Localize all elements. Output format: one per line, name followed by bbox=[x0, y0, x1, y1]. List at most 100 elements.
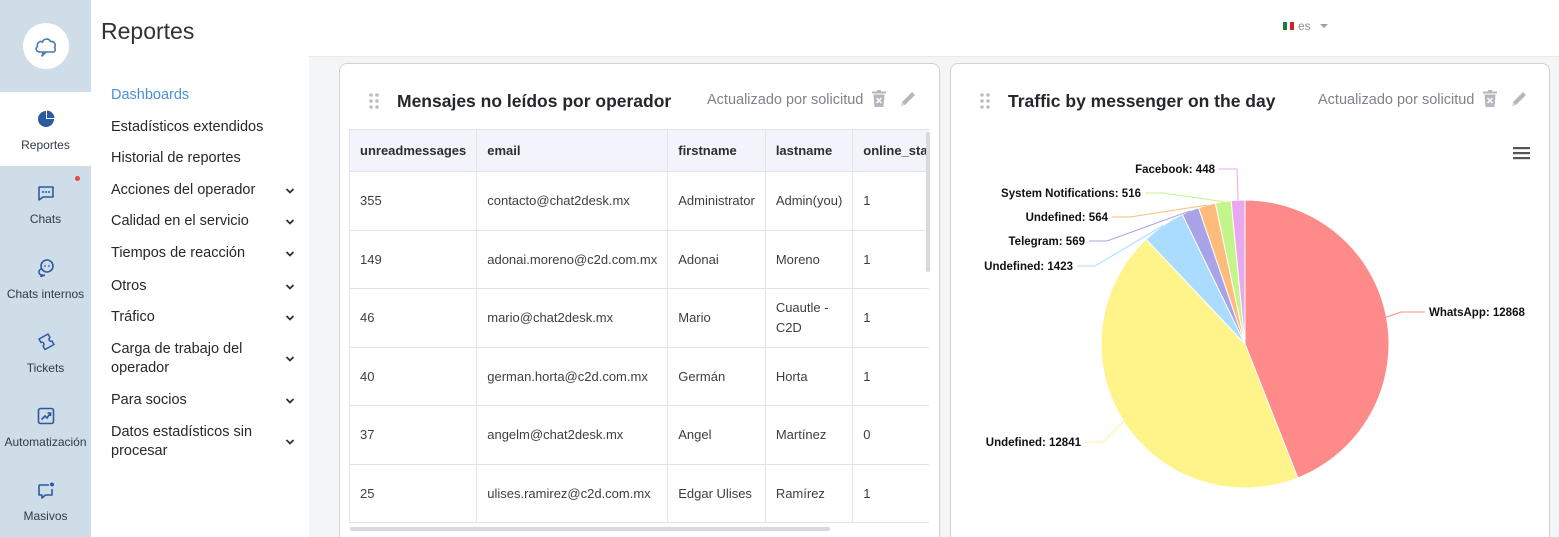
menu-item-label: Tiempos de reacción bbox=[111, 245, 246, 261]
chevron-down-icon bbox=[285, 283, 295, 290]
menu-item-tiempos-reaccion[interactable]: Tiempos de reacción bbox=[111, 244, 295, 263]
menu-item-carga-trabajo[interactable]: Carga de trabajo del operador bbox=[111, 340, 295, 378]
rail-item-label: Tickets bbox=[26, 361, 65, 375]
rail-item-chats[interactable]: Chats bbox=[0, 166, 91, 240]
column-header[interactable]: firstname bbox=[667, 129, 766, 172]
table-cell: 1 bbox=[852, 229, 929, 289]
rail-item-reportes[interactable]: Reportes bbox=[0, 92, 91, 166]
table-cell: 149 bbox=[349, 229, 478, 289]
update-status: Actualizado por solicitud bbox=[707, 92, 864, 108]
rail-item-tickets[interactable]: Tickets bbox=[0, 315, 91, 389]
broadcast-message-icon bbox=[37, 482, 54, 499]
delete-button[interactable] bbox=[869, 89, 889, 109]
table-row[interactable]: 149 adonai.moreno@c2d.com.mx Adonai More… bbox=[349, 229, 929, 289]
table-cell: 0 bbox=[852, 405, 929, 465]
pie-data-label: Telegram: 569 bbox=[1009, 236, 1086, 248]
rail-item-label: Chats bbox=[29, 212, 62, 226]
table-cell: 355 bbox=[349, 171, 478, 231]
table-cell: angelm@chat2desk.mx bbox=[476, 405, 669, 465]
chevron-down-icon bbox=[285, 218, 295, 225]
table-cell: Martínez bbox=[764, 405, 854, 465]
column-header[interactable]: email bbox=[476, 129, 669, 172]
chevron-down-icon bbox=[285, 356, 295, 362]
column-header[interactable]: lastname bbox=[764, 129, 854, 172]
chevron-down-icon bbox=[285, 250, 295, 257]
unread-messages-card: Mensajes no leídos por operador Actualiz… bbox=[339, 63, 940, 537]
pencil-icon bbox=[901, 92, 915, 106]
internal-chat-icon bbox=[37, 259, 54, 277]
table-cell: 1 bbox=[852, 346, 929, 406]
table-cell: Admin(you) bbox=[764, 171, 854, 231]
menu-item-trafico[interactable]: Tráfico bbox=[111, 308, 295, 327]
trend-chart-icon bbox=[37, 407, 54, 425]
app-logo[interactable] bbox=[22, 23, 69, 69]
drag-handle-icon[interactable] bbox=[368, 92, 380, 110]
menu-item-datos-sin-procesar[interactable]: Datos estadísticos sin procesar bbox=[111, 423, 295, 461]
table-cell: 40 bbox=[349, 346, 478, 406]
pie-connector bbox=[1386, 311, 1425, 318]
column-header[interactable]: online_status bbox=[852, 129, 929, 172]
card-title: Mensajes no leídos por operador bbox=[397, 91, 672, 111]
caret-down-icon bbox=[1319, 24, 1328, 28]
table-cell: ulises.ramirez@c2d.com.mx bbox=[476, 463, 669, 523]
pie-data-label: Undefined: 1423 bbox=[984, 261, 1073, 273]
pie-data-label: Undefined: 564 bbox=[1026, 212, 1109, 224]
top-bar: es bbox=[309, 0, 1559, 57]
menu-item-para-socios[interactable]: Para socios bbox=[111, 391, 295, 410]
menu-item-otros[interactable]: Otros bbox=[111, 277, 295, 296]
pie-connector bbox=[1145, 192, 1224, 203]
table-cell: 1 bbox=[852, 463, 929, 523]
menu-item-historial-reportes[interactable]: Historial de reportes bbox=[111, 149, 295, 168]
table-cell: Moreno bbox=[764, 229, 854, 289]
chevron-down-icon bbox=[285, 439, 295, 445]
language-selector[interactable]: es bbox=[1283, 19, 1329, 33]
menu-title: Reportes bbox=[101, 18, 195, 44]
table-cell: 37 bbox=[349, 405, 478, 465]
table-cell: Mario bbox=[667, 288, 766, 348]
vertical-scrollbar[interactable] bbox=[926, 132, 930, 272]
rail-item-chats-internos[interactable]: Chats internos bbox=[0, 241, 91, 315]
rail-item-masivos[interactable]: Masivos bbox=[0, 463, 91, 537]
table-row[interactable]: 37 angelm@chat2desk.mx Angel Martínez 0 bbox=[349, 405, 929, 465]
menu-item-dashboards[interactable]: Dashboards bbox=[111, 86, 295, 105]
menu-item-label: Estadísticos extendidos bbox=[111, 119, 264, 135]
column-header[interactable]: unreadmessages bbox=[349, 129, 478, 172]
table-cell: Cuautle - C2D bbox=[764, 288, 854, 348]
table-cell: 1 bbox=[852, 288, 929, 348]
table-cell: Angel bbox=[667, 405, 766, 465]
pie-data-label: Undefined: 12841 bbox=[986, 437, 1082, 449]
traffic-pie-chart: WhatsApp: 12868 Undefined: 12841 Undefined… bbox=[984, 164, 1525, 489]
menu-item-label: Acciones del operador bbox=[111, 182, 256, 198]
chevron-down-icon bbox=[285, 187, 295, 194]
left-rail: Reportes Chats Chats internos Tickets Au… bbox=[0, 0, 91, 537]
rail-item-automatizacion[interactable]: Automatización bbox=[0, 389, 91, 463]
table-cell: german.horta@c2d.com.mx bbox=[476, 346, 669, 406]
table-cell: 25 bbox=[349, 463, 478, 523]
horizontal-scrollbar[interactable] bbox=[350, 527, 830, 531]
table-row[interactable]: 25 ulises.ramirez@c2d.com.mx Edgar Ulise… bbox=[349, 463, 929, 523]
menu-item-label: Para socios bbox=[111, 392, 187, 408]
menu-item-label: Carga de trabajo del operador bbox=[111, 341, 243, 376]
table-cell: 46 bbox=[349, 288, 478, 348]
menu-item-acciones-operador[interactable]: Acciones del operador bbox=[111, 181, 295, 200]
table-cell: Edgar Ulises bbox=[667, 463, 766, 523]
table-cell: mario@chat2desk.mx bbox=[476, 288, 669, 348]
table-row[interactable]: 355 contacto@chat2desk.mx Administrator … bbox=[349, 171, 929, 231]
chevron-down-icon bbox=[285, 397, 295, 404]
table-row[interactable]: 46 mario@chat2desk.mx Mario Cuautle - C2… bbox=[349, 288, 929, 348]
table-cell: Administrator bbox=[667, 171, 766, 231]
table-row[interactable]: 40 german.horta@c2d.com.mx Germán Horta … bbox=[349, 346, 929, 406]
menu-item-calidad-servicio[interactable]: Calidad en el servicio bbox=[111, 212, 295, 231]
pie-data-label: System Notifications: 516 bbox=[1001, 188, 1141, 200]
menu-item-label: Tráfico bbox=[111, 309, 155, 325]
table-cell: adonai.moreno@c2d.com.mx bbox=[476, 229, 669, 289]
chat-bubble-icon bbox=[37, 186, 54, 201]
language-code: es bbox=[1298, 19, 1311, 33]
table-cell: Adonai bbox=[667, 229, 766, 289]
table-cell: Germán bbox=[667, 346, 766, 406]
pie-connector bbox=[1219, 168, 1239, 201]
menu-item-estadisticos-extendidos[interactable]: Estadísticos extendidos bbox=[111, 118, 295, 137]
edit-button[interactable] bbox=[898, 89, 918, 109]
pie-data-label: Facebook: 448 bbox=[1135, 164, 1215, 176]
rail-item-label: Automatización bbox=[4, 435, 87, 449]
